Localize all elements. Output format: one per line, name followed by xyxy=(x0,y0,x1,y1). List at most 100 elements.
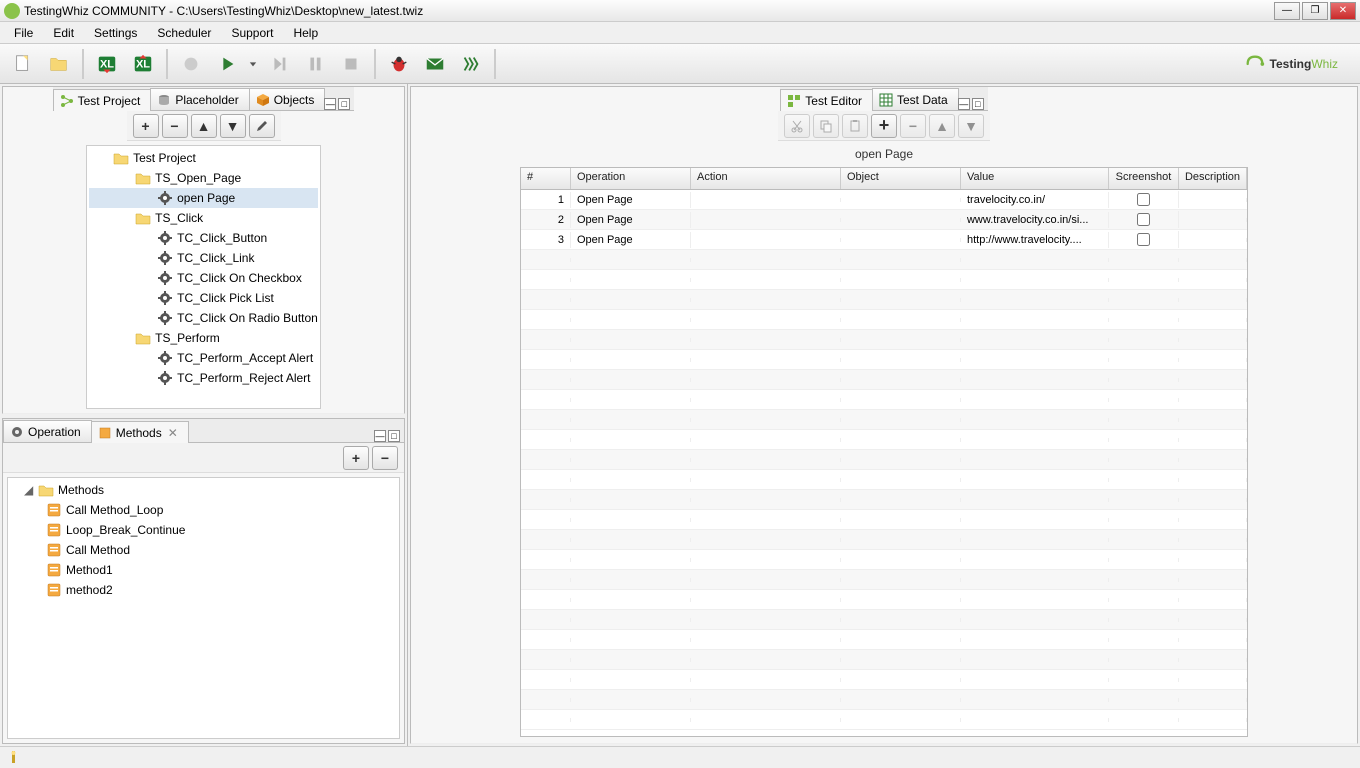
cell-description[interactable] xyxy=(1179,238,1247,242)
table-row-empty[interactable] xyxy=(521,630,1247,650)
panel-maximize-icon[interactable]: □ xyxy=(388,430,400,442)
col-header-object[interactable]: Object xyxy=(841,168,961,189)
table-row[interactable]: 3Open Pagehttp://www.travelocity.... xyxy=(521,230,1247,250)
table-row-empty[interactable] xyxy=(521,370,1247,390)
step-button[interactable] xyxy=(262,48,296,80)
table-row[interactable]: 2Open Pagewww.travelocity.co.in/si... xyxy=(521,210,1247,230)
tab-close-icon[interactable]: ✕ xyxy=(168,426,178,440)
minimize-button[interactable]: — xyxy=(1274,2,1300,20)
editor-cut-button[interactable] xyxy=(784,114,810,138)
stop-button[interactable] xyxy=(334,48,368,80)
tree-row[interactable]: Test Project xyxy=(89,148,318,168)
cell-screenshot[interactable] xyxy=(1109,211,1179,228)
cell-operation[interactable]: Open Page xyxy=(571,232,691,248)
tree-row[interactable]: method2 xyxy=(10,580,397,600)
tree-row[interactable]: TC_Perform_Reject Alert xyxy=(89,368,318,388)
col-header-value[interactable]: Value xyxy=(961,168,1109,189)
methods-tree[interactable]: ◢MethodsCall Method_LoopLoop_Break_Conti… xyxy=(7,477,400,739)
tree-row[interactable]: Call Method xyxy=(10,540,397,560)
table-row-empty[interactable] xyxy=(521,330,1247,350)
open-file-button[interactable] xyxy=(42,48,76,80)
panel-minimize-icon[interactable]: — xyxy=(958,98,970,110)
table-row-empty[interactable] xyxy=(521,470,1247,490)
tree-remove-button[interactable]: − xyxy=(162,114,188,138)
table-row-empty[interactable] xyxy=(521,530,1247,550)
record-button[interactable] xyxy=(174,48,208,80)
tree-up-button[interactable]: ▲ xyxy=(191,114,217,138)
panel-maximize-icon[interactable]: □ xyxy=(972,98,984,110)
cell-screenshot[interactable] xyxy=(1109,191,1179,208)
cell-object[interactable] xyxy=(841,218,961,222)
cell-screenshot[interactable] xyxy=(1109,231,1179,248)
tab-test-editor[interactable]: Test Editor xyxy=(780,89,873,111)
maximize-button[interactable]: ❐ xyxy=(1302,2,1328,20)
table-row-empty[interactable] xyxy=(521,710,1247,730)
test-editor-grid[interactable]: # Operation Action Object Value Screensh… xyxy=(520,167,1248,737)
table-row-empty[interactable] xyxy=(521,410,1247,430)
cell-action[interactable] xyxy=(691,218,841,222)
table-row-empty[interactable] xyxy=(521,390,1247,410)
methods-add-button[interactable]: + xyxy=(343,446,369,470)
new-file-button[interactable] xyxy=(6,48,40,80)
cell-value[interactable]: http://www.travelocity.... xyxy=(961,232,1109,248)
validate-button[interactable] xyxy=(454,48,488,80)
cell-action[interactable] xyxy=(691,198,841,202)
table-row-empty[interactable] xyxy=(521,450,1247,470)
table-row-empty[interactable] xyxy=(521,570,1247,590)
table-row-empty[interactable] xyxy=(521,350,1247,370)
tree-row[interactable]: TC_Click_Link xyxy=(89,248,318,268)
cell-object[interactable] xyxy=(841,238,961,242)
table-row-empty[interactable] xyxy=(521,290,1247,310)
screenshot-checkbox[interactable] xyxy=(1137,233,1150,246)
tab-test-data[interactable]: Test Data xyxy=(872,88,959,110)
editor-copy-button[interactable] xyxy=(813,114,839,138)
table-row-empty[interactable] xyxy=(521,690,1247,710)
tree-row[interactable]: Method1 xyxy=(10,560,397,580)
menu-settings[interactable]: Settings xyxy=(84,23,147,43)
editor-up-button[interactable]: ▲ xyxy=(929,114,955,138)
col-header-action[interactable]: Action xyxy=(691,168,841,189)
cell-description[interactable] xyxy=(1179,198,1247,202)
tree-row[interactable]: open Page xyxy=(89,188,318,208)
screenshot-checkbox[interactable] xyxy=(1137,213,1150,226)
tree-row[interactable]: TC_Click_Button xyxy=(89,228,318,248)
menu-support[interactable]: Support xyxy=(221,23,283,43)
tab-test-project[interactable]: Test Project xyxy=(53,89,152,111)
tree-down-button[interactable]: ▼ xyxy=(220,114,246,138)
table-row-empty[interactable] xyxy=(521,430,1247,450)
tree-row[interactable]: TS_Open_Page xyxy=(89,168,318,188)
col-header-operation[interactable]: Operation xyxy=(571,168,691,189)
mail-button[interactable] xyxy=(418,48,452,80)
export-excel-button[interactable]: XL xyxy=(90,48,124,80)
tree-row[interactable]: TS_Perform xyxy=(89,328,318,348)
project-tree[interactable]: Test ProjectTS_Open_Pageopen PageTS_Clic… xyxy=(86,145,321,409)
col-header-number[interactable]: # xyxy=(521,168,571,189)
cell-object[interactable] xyxy=(841,198,961,202)
panel-minimize-icon[interactable]: — xyxy=(324,98,336,110)
editor-remove-button[interactable]: − xyxy=(900,114,926,138)
table-row-empty[interactable] xyxy=(521,490,1247,510)
import-excel-button[interactable]: XL xyxy=(126,48,160,80)
debug-button[interactable] xyxy=(382,48,416,80)
table-row[interactable]: 1Open Pagetravelocity.co.in/ xyxy=(521,190,1247,210)
expander-icon[interactable]: ◢ xyxy=(24,483,34,497)
table-row-empty[interactable] xyxy=(521,510,1247,530)
tab-objects[interactable]: Objects xyxy=(249,88,326,110)
methods-remove-button[interactable]: − xyxy=(372,446,398,470)
menu-scheduler[interactable]: Scheduler xyxy=(147,23,221,43)
tree-row[interactable]: TC_Click Pick List xyxy=(89,288,318,308)
tree-row[interactable]: Loop_Break_Continue xyxy=(10,520,397,540)
tab-methods[interactable]: Methods ✕ xyxy=(91,421,189,443)
cell-operation[interactable]: Open Page xyxy=(571,192,691,208)
col-header-screenshot[interactable]: Screenshot xyxy=(1109,168,1179,189)
menu-edit[interactable]: Edit xyxy=(43,23,84,43)
table-row-empty[interactable] xyxy=(521,550,1247,570)
cell-description[interactable] xyxy=(1179,218,1247,222)
tab-placeholder[interactable]: Placeholder xyxy=(150,88,249,110)
menu-help[interactable]: Help xyxy=(283,23,328,43)
panel-minimize-icon[interactable]: — xyxy=(374,430,386,442)
panel-maximize-icon[interactable]: □ xyxy=(338,98,350,110)
table-row-empty[interactable] xyxy=(521,610,1247,630)
close-button[interactable]: ✕ xyxy=(1330,2,1356,20)
play-dropdown-button[interactable] xyxy=(246,48,260,80)
